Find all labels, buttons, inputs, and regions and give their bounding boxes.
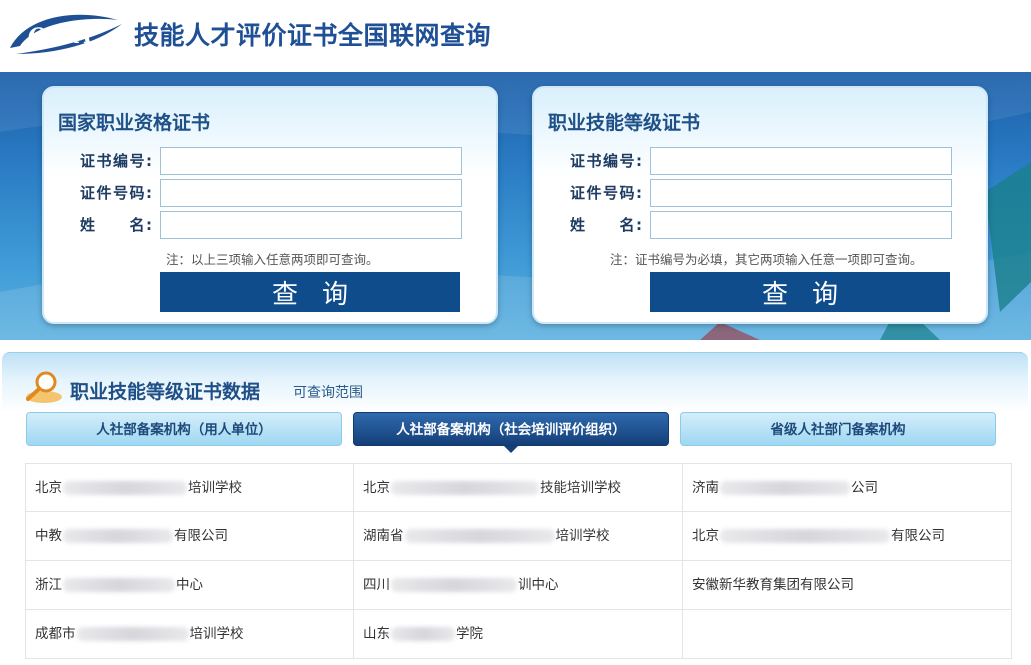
institution-cell[interactable]: 北京 技能培训学校 bbox=[354, 463, 683, 512]
redacted-text bbox=[720, 481, 850, 495]
institution-name-end: 培训学校 bbox=[188, 480, 242, 496]
query-note: 注：以上三项输入任意两项即可查询。 bbox=[166, 252, 379, 267]
skill-level-card: 职业技能等级证书 证书编号: 证件号码: 姓 名: 注：证书编号为必填，其它两项… bbox=[532, 86, 988, 324]
data-section-title: 职业技能等级证书数据 bbox=[70, 381, 261, 403]
redacted-text bbox=[391, 481, 539, 495]
institution-name-end: 训中心 bbox=[518, 577, 559, 593]
institution-cell bbox=[683, 610, 1012, 659]
svg-text:OSTA: OSTA bbox=[28, 23, 92, 48]
institution-cell[interactable]: 北京 培训学校 bbox=[25, 463, 354, 512]
cert-number-label: 证书编号: bbox=[570, 152, 642, 170]
query-note: 注：证书编号为必填，其它两项输入任意一项即可查询。 bbox=[610, 252, 923, 267]
cert-number-input[interactable] bbox=[160, 147, 462, 175]
institution-name-start: 浙江 bbox=[35, 577, 62, 593]
query-button[interactable]: 查询 bbox=[160, 272, 460, 312]
institution-cell[interactable]: 山东 学院 bbox=[354, 610, 683, 659]
institution-cell[interactable]: 浙江 中心 bbox=[25, 561, 354, 610]
site-title: 技能人才评价证书全国联网查询 bbox=[134, 21, 492, 50]
tab-employer-institutions[interactable]: 人社部备案机构（用人单位） bbox=[26, 412, 342, 446]
redacted-text bbox=[63, 529, 173, 543]
name-label: 姓 名: bbox=[570, 216, 642, 234]
redacted-text bbox=[391, 578, 517, 592]
institution-name-start: 湖南省 bbox=[363, 528, 404, 544]
institution-name-start: 山东 bbox=[363, 626, 390, 642]
institution-name-end: 有限公司 bbox=[174, 528, 228, 544]
data-section-header: 职业技能等级证书数据 可查询范围 bbox=[2, 352, 1028, 412]
name-input[interactable] bbox=[160, 211, 462, 239]
institution-cell[interactable]: 安徽新华教育集团有限公司 bbox=[683, 561, 1012, 610]
redacted-text bbox=[404, 529, 555, 543]
redacted-text bbox=[63, 578, 175, 592]
institution-cell[interactable]: 四川 训中心 bbox=[354, 561, 683, 610]
institution-name-start: 成都市 bbox=[35, 626, 76, 642]
institution-cell[interactable]: 济南 公司 bbox=[683, 463, 1012, 512]
name-input[interactable] bbox=[650, 211, 952, 239]
institution-cell[interactable]: 湖南省 培训学校 bbox=[354, 512, 683, 561]
institution-name-start: 北京 bbox=[692, 528, 719, 544]
id-number-label: 证件号码: bbox=[570, 184, 642, 202]
id-number-label: 证件号码: bbox=[80, 184, 152, 202]
osta-logo: OSTA bbox=[10, 14, 122, 54]
magnifier-icon bbox=[26, 371, 62, 403]
query-banner: 国家职业资格证书 证书编号: 证件号码: 姓 名: 注：以上三项输入任意两项即可… bbox=[0, 72, 1031, 340]
institution-cell[interactable]: 中教 有限公司 bbox=[25, 512, 354, 561]
institution-cell[interactable]: 北京 有限公司 bbox=[683, 512, 1012, 561]
institution-name-end: 学院 bbox=[456, 626, 483, 642]
redacted-text bbox=[76, 627, 189, 641]
institution-name-start: 安徽新华教育集团有限公司 bbox=[692, 577, 854, 593]
cert-number-label: 证书编号: bbox=[80, 152, 152, 170]
card-title: 职业技能等级证书 bbox=[548, 112, 701, 134]
name-label: 姓 名: bbox=[80, 216, 152, 234]
institution-name-end: 中心 bbox=[176, 577, 203, 593]
query-button[interactable]: 查询 bbox=[650, 272, 950, 312]
tab-provincial-institutions[interactable]: 省级人社部门备案机构 bbox=[680, 412, 996, 446]
institution-name-start: 四川 bbox=[363, 577, 390, 593]
id-number-input[interactable] bbox=[160, 179, 462, 207]
institution-name-end: 公司 bbox=[851, 480, 878, 496]
redacted-text bbox=[720, 529, 890, 543]
data-section-subtitle: 可查询范围 bbox=[293, 385, 363, 401]
institution-name-start: 济南 bbox=[692, 480, 719, 496]
redacted-text bbox=[391, 627, 455, 641]
institution-cell[interactable]: 成都市 培训学校 bbox=[25, 610, 354, 659]
institution-name-end: 技能培训学校 bbox=[540, 480, 621, 496]
page-header: OSTA 技能人才评价证书全国联网查询 bbox=[0, 0, 1031, 72]
institution-name-start: 中教 bbox=[35, 528, 62, 544]
tab-social-training-institutions[interactable]: 人社部备案机构（社会培训评价组织） bbox=[353, 412, 669, 446]
redacted-text bbox=[63, 481, 187, 495]
institution-name-end: 有限公司 bbox=[891, 528, 945, 544]
id-number-input[interactable] bbox=[650, 179, 952, 207]
institution-name-start: 北京 bbox=[35, 480, 62, 496]
active-tab-arrow bbox=[504, 446, 518, 453]
national-qualification-card: 国家职业资格证书 证书编号: 证件号码: 姓 名: 注：以上三项输入任意两项即可… bbox=[42, 86, 498, 324]
cert-number-input[interactable] bbox=[650, 147, 952, 175]
card-title: 国家职业资格证书 bbox=[58, 112, 211, 134]
institution-name-end: 培训学校 bbox=[555, 528, 610, 544]
institution-name-start: 北京 bbox=[363, 480, 390, 496]
institution-name-end: 培训学校 bbox=[189, 626, 244, 642]
